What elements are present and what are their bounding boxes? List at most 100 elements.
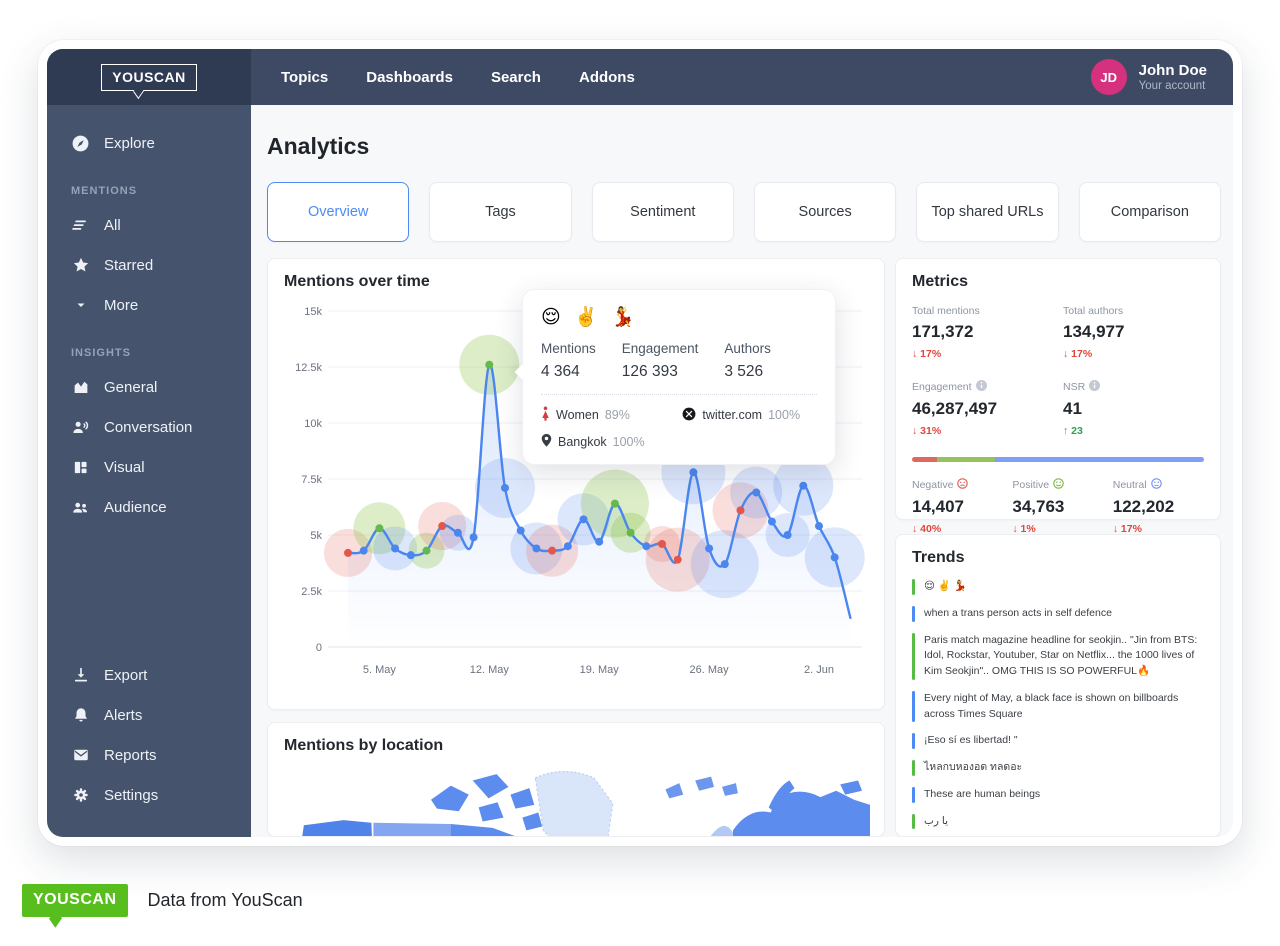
- list-icon: [71, 216, 90, 235]
- tab-sources[interactable]: Sources: [754, 182, 896, 242]
- tooltip-detail-value: 100%: [613, 435, 645, 449]
- sidebar-item-label: All: [104, 217, 121, 234]
- svg-text:12. May: 12. May: [470, 664, 510, 676]
- sidebar-item-settings[interactable]: Settings: [47, 775, 251, 815]
- sentiment-label: Positive: [1012, 478, 1112, 492]
- trend-text: 😌 ✌️ 💃: [924, 579, 967, 595]
- sidebar-item-label: Audience: [104, 499, 167, 516]
- user-subtitle: Your account: [1139, 80, 1207, 92]
- account-menu[interactable]: JD John Doe Your account: [1091, 49, 1233, 105]
- trend-color-bar: [912, 787, 915, 803]
- envelope-icon: [71, 746, 90, 765]
- tab-tags[interactable]: Tags: [429, 182, 571, 242]
- metric-engagement: Engagement46,287,497↓ 31%: [912, 380, 1053, 437]
- sidebar-section-insights: INSIGHTS: [47, 347, 251, 359]
- info-icon[interactable]: [1089, 380, 1100, 394]
- metric-value: 41: [1063, 399, 1204, 419]
- trend-list-item[interactable]: يا رب: [912, 814, 1204, 830]
- sidebar-item-visual[interactable]: Visual: [47, 447, 251, 487]
- tab-comparison[interactable]: Comparison: [1079, 182, 1221, 242]
- people-icon: [71, 498, 90, 517]
- youscan-logo-text: YOUSCAN: [112, 69, 186, 85]
- metric-label: NSR: [1063, 380, 1204, 394]
- svg-text:10k: 10k: [304, 418, 322, 430]
- metric-change-value: 23: [1071, 425, 1083, 437]
- trends-title: Trends: [912, 549, 1204, 567]
- metric-change: ↓ 31%: [912, 425, 1053, 437]
- sidebar-item-conversation[interactable]: Conversation: [47, 407, 251, 447]
- trend-list-item[interactable]: ¡Eso sí es libertad! ": [912, 733, 1204, 749]
- sentiment-value: 14,407: [912, 497, 1012, 517]
- top-bar: YOUSCAN Topics Dashboards Search Addons JD …: [47, 49, 1233, 105]
- woman-icon: [541, 406, 550, 424]
- avatar: JD: [1091, 59, 1127, 95]
- info-icon[interactable]: [976, 380, 987, 394]
- trend-color-bar: [912, 814, 915, 830]
- tab-sentiment[interactable]: Sentiment: [592, 182, 734, 242]
- svg-text:12.5k: 12.5k: [295, 362, 322, 374]
- tab-top-shared-urls[interactable]: Top shared URLs: [916, 182, 1058, 242]
- arrow-up-icon: ↑: [1063, 425, 1071, 437]
- sidebar-item-explore[interactable]: Explore: [47, 123, 251, 163]
- metric-total-mentions: Total mentions171,372↓ 17%: [912, 305, 1053, 360]
- trend-text: ไหลกบหองอด ทลดอะ: [924, 760, 1022, 776]
- trend-color-bar: [912, 733, 915, 749]
- chart-tooltip: 😌 ✌️ 💃 Mentions4 364Engagement126 393Aut…: [522, 289, 836, 465]
- metric-value: 46,287,497: [912, 399, 1053, 419]
- nav-item-topics[interactable]: Topics: [281, 69, 328, 86]
- nav-item-addons[interactable]: Addons: [579, 69, 635, 86]
- sentiment-bar[interactable]: [912, 457, 1204, 462]
- sidebar-item-label: Settings: [104, 787, 158, 804]
- sidebar-item-starred[interactable]: Starred: [47, 245, 251, 285]
- sidebar-item-reports[interactable]: Reports: [47, 735, 251, 775]
- x-logo-icon: [682, 407, 696, 424]
- world-map[interactable]: [284, 769, 870, 837]
- conversation-icon: [71, 418, 90, 437]
- tab-overview[interactable]: Overview: [267, 182, 409, 242]
- sidebar-item-label: Starred: [104, 257, 153, 274]
- tooltip-stat: Mentions4 364: [541, 341, 596, 381]
- tooltip-detail-value: 89%: [605, 408, 630, 422]
- metric-change-value: 17%: [1071, 348, 1092, 360]
- analytics-tabs: Overview Tags Sentiment Sources Top shared U…: [267, 182, 1221, 242]
- metric-value: 134,977: [1063, 322, 1204, 342]
- sidebar-item-all[interactable]: All: [47, 205, 251, 245]
- sidebar-item-audience[interactable]: Audience: [47, 487, 251, 527]
- metric-value: 171,372: [912, 322, 1053, 342]
- footer-logo-tail-icon: [49, 909, 62, 928]
- trend-list-item[interactable]: Every night of May, a black face is show…: [912, 691, 1204, 723]
- map-title: Mentions by location: [284, 737, 868, 755]
- neutral-face-icon: [1151, 478, 1162, 492]
- metric-label: Total mentions: [912, 305, 1053, 317]
- tooltip-emojis: 😌 ✌️ 💃: [541, 305, 817, 329]
- youscan-logo[interactable]: YOUSCAN: [47, 49, 251, 105]
- metric-nsr: NSR 41 ↑ 23: [1063, 380, 1204, 437]
- svg-text:7.5k: 7.5k: [301, 474, 322, 486]
- sidebar-item-more[interactable]: More: [47, 285, 251, 325]
- trend-list-item[interactable]: Paris match magazine headline for seokji…: [912, 633, 1204, 680]
- trends-card: Trends 😌 ✌️ 💃 when a trans person acts in…: [895, 534, 1221, 837]
- sidebar-item-alerts[interactable]: Alerts: [47, 695, 251, 735]
- nav-item-dashboards[interactable]: Dashboards: [366, 69, 453, 86]
- footer-attribution: Data from YouScan: [148, 890, 303, 911]
- sentiment-positive: Positive 34,763↓ 1%: [1012, 478, 1112, 535]
- sidebar-item-general[interactable]: General: [47, 367, 251, 407]
- sidebar-item-export[interactable]: Export: [47, 655, 251, 695]
- trend-list-item[interactable]: ไหลกบหองอด ทลดอะ: [912, 760, 1204, 776]
- youscan-footer-logo: YOUSCAN: [22, 884, 128, 917]
- area-chart-icon: [71, 378, 90, 397]
- trend-list-item[interactable]: 😌 ✌️ 💃: [912, 579, 1204, 595]
- trend-list-item[interactable]: when a trans person acts in self defence: [912, 606, 1204, 622]
- trend-list-item[interactable]: These are human beings: [912, 787, 1204, 803]
- trend-color-bar: [912, 691, 915, 723]
- sidebar-section-mentions: MENTIONS: [47, 185, 251, 197]
- nav-item-search[interactable]: Search: [491, 69, 541, 86]
- arrow-down-icon: ↓: [912, 348, 920, 360]
- trend-text: when a trans person acts in self defence: [924, 606, 1112, 622]
- metric-change-value: 31%: [920, 425, 941, 437]
- download-icon: [71, 666, 90, 685]
- main-content: Analytics OverviewTagsSentimentSourcesTo…: [251, 105, 1233, 837]
- sidebar-item-label: More: [104, 297, 138, 314]
- location-pin-icon: [541, 433, 552, 450]
- angry-face-icon: [957, 478, 968, 492]
